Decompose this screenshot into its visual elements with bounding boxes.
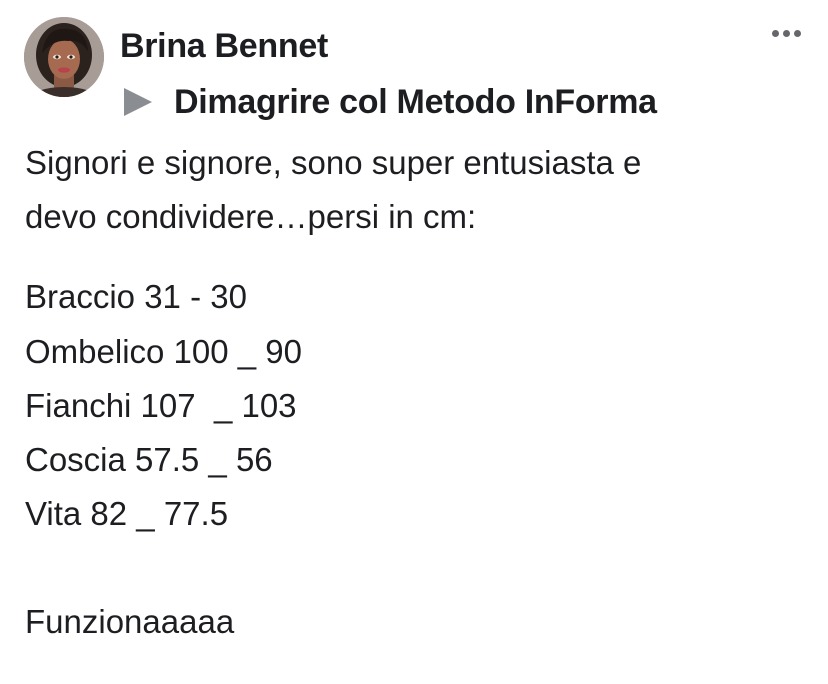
post-text-line: Coscia 57.5 _ 56 bbox=[25, 441, 273, 478]
more-options-button[interactable] bbox=[766, 18, 806, 48]
post-text-line: Signori e signore, sono super entusiasta… bbox=[25, 144, 642, 181]
group-name[interactable]: Dimagrire col Metodo InForma bbox=[174, 80, 657, 124]
more-options-icon bbox=[794, 30, 801, 37]
author-name[interactable]: Brina Bennet bbox=[120, 26, 328, 66]
post-text-line: devo condividere…persi in cm: bbox=[25, 198, 477, 235]
triangle-right-icon bbox=[124, 88, 152, 116]
post-text-line: Braccio 31 - 30 bbox=[25, 278, 247, 315]
group-link-row: Dimagrire col Metodo InForma bbox=[124, 80, 657, 124]
post-text-line: Ombelico 100 _ 90 bbox=[25, 333, 303, 370]
avatar[interactable] bbox=[24, 17, 104, 97]
post-text-line: Fianchi 107 _ 103 bbox=[25, 387, 297, 424]
post-text-line: Vita 82 _ 77.5 bbox=[25, 495, 229, 532]
post-text-line: Funzionaaaaa bbox=[25, 603, 235, 640]
facebook-post: Brina Bennet Dimagrire col Metodo InForm… bbox=[0, 0, 828, 684]
more-options-icon bbox=[772, 30, 779, 37]
avatar-image bbox=[24, 17, 104, 97]
more-options-icon bbox=[783, 30, 790, 37]
